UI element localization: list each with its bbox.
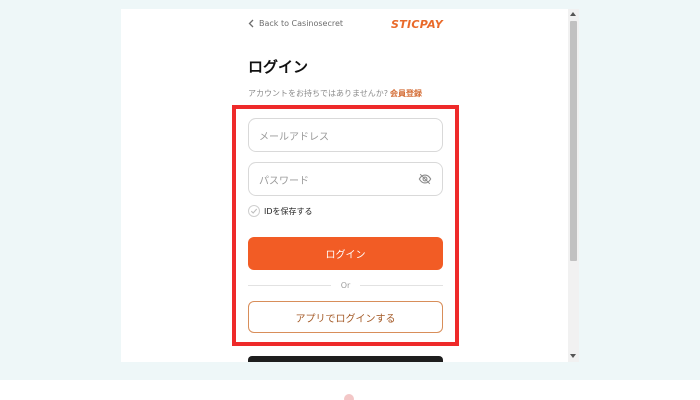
signup-prompt: アカウントをお持ちではありませんか? (248, 89, 389, 98)
remember-id-label: IDを保存する (264, 206, 313, 216)
partial-dark-button[interactable] (248, 356, 443, 362)
scrollbar[interactable] (568, 9, 579, 362)
footer-icon (344, 394, 354, 400)
scroll-thumb[interactable] (570, 21, 577, 261)
app-login-button[interactable]: アプリでログインする (248, 301, 443, 333)
check-icon (250, 208, 258, 214)
scroll-down-arrow-icon[interactable] (570, 354, 576, 358)
email-placeholder: メールアドレス (259, 131, 329, 143)
remember-id-checkbox[interactable] (248, 205, 260, 217)
divider-line-right (360, 284, 443, 286)
signup-prompt-row: アカウントをお持ちではありませんか? 会員登録 (248, 88, 422, 99)
chevron-left-icon (248, 19, 254, 28)
back-link[interactable]: Back to Casinosecret (248, 19, 343, 28)
remember-id-row: IDを保存する (248, 205, 313, 217)
divider-line-left (248, 284, 331, 286)
email-field[interactable]: メールアドレス (248, 118, 443, 152)
brand-logo: STICPAY (391, 18, 443, 31)
login-page-frame: Back to Casinosecret STICPAY ログイン アカウントを… (121, 9, 579, 362)
scroll-up-arrow-icon[interactable] (570, 12, 576, 16)
signup-link[interactable]: 会員登録 (390, 89, 422, 98)
page-title: ログイン (248, 58, 309, 76)
or-divider: Or (248, 279, 443, 291)
or-label: Or (340, 280, 351, 290)
eye-off-icon[interactable] (418, 172, 432, 186)
password-placeholder: パスワード (259, 175, 309, 187)
password-field[interactable]: パスワード (248, 162, 443, 196)
back-link-label: Back to Casinosecret (259, 19, 344, 28)
login-button[interactable]: ログイン (248, 237, 443, 270)
